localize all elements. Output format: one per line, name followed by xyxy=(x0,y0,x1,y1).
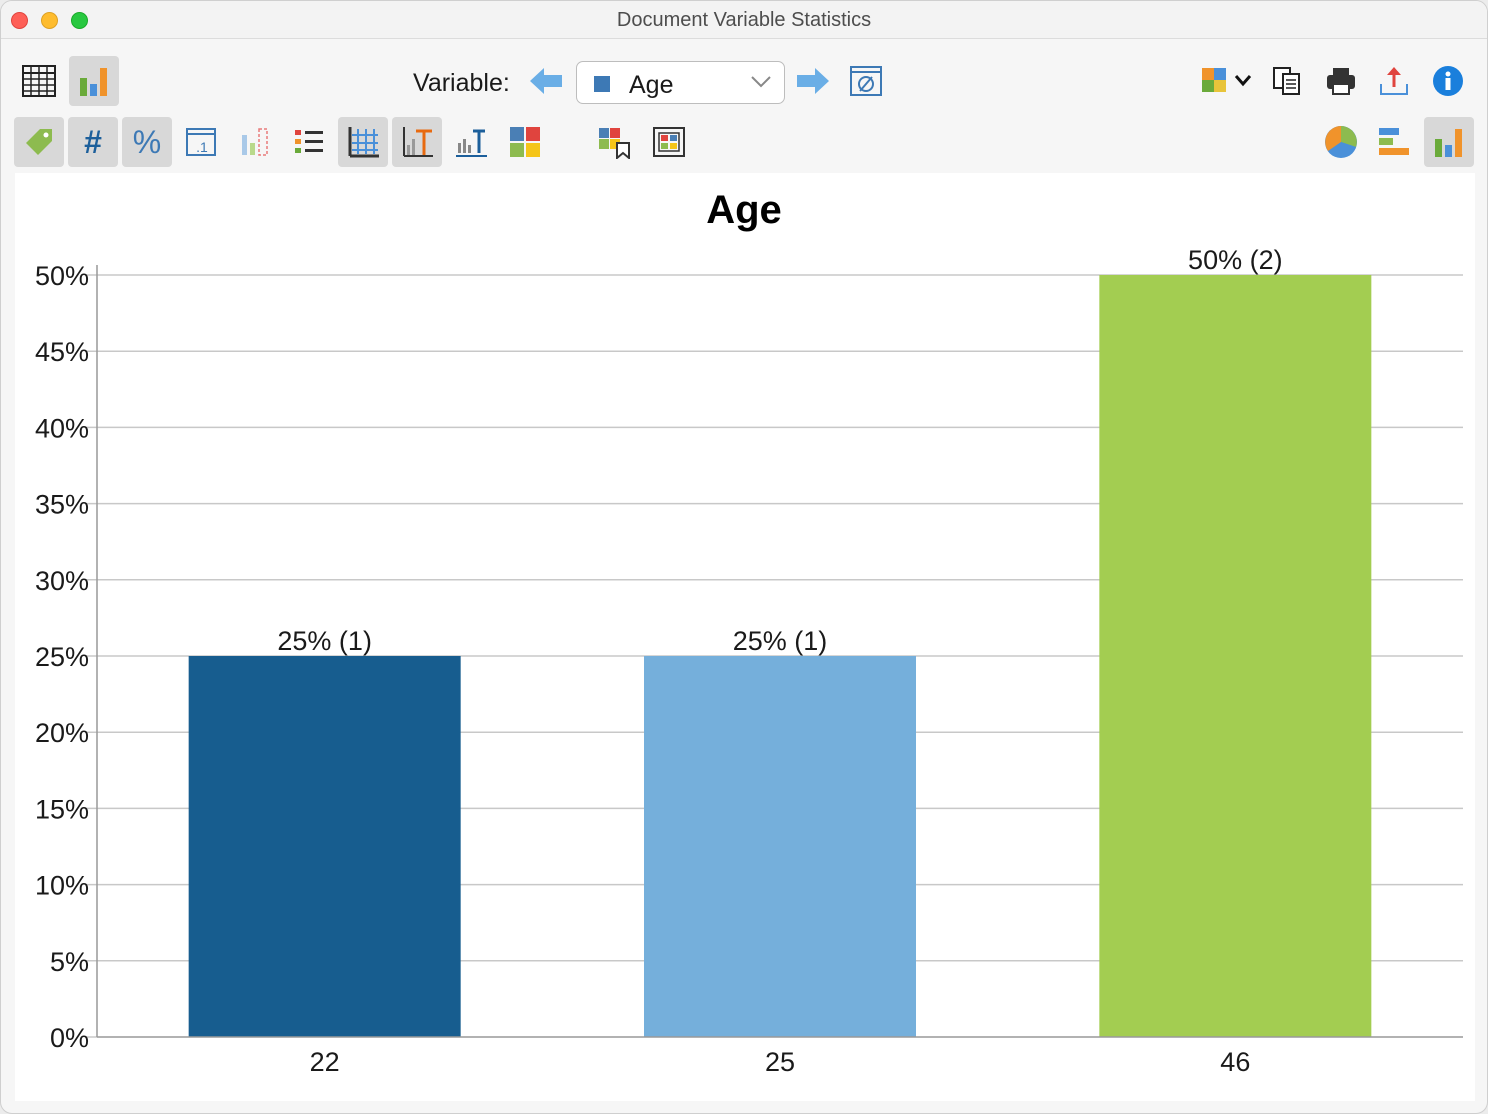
y-tick-label: 30% xyxy=(35,566,89,596)
y-tick-label: 15% xyxy=(35,794,89,824)
horizontal-bar-chart-icon[interactable] xyxy=(1369,117,1419,167)
legend-icon[interactable] xyxy=(284,117,334,167)
y-tick-label: 20% xyxy=(35,718,89,748)
absolute-count-icon[interactable]: # xyxy=(68,117,118,167)
variable-dropdown[interactable]: Age xyxy=(576,61,785,104)
chart-toolbar: # % .1 xyxy=(1,116,1487,168)
bar-chart: Age 25% (1) 25% (1) 50% (2) 0% 5% 10% 15% 20% 2… xyxy=(35,188,1463,1077)
percent-icon[interactable]: % xyxy=(122,117,172,167)
print-icon[interactable] xyxy=(1316,56,1366,106)
no-filter-icon[interactable] xyxy=(841,56,891,106)
y-tick-label: 50% xyxy=(35,261,89,291)
table-view-icon[interactable] xyxy=(14,56,64,106)
export-icon[interactable] xyxy=(1369,56,1419,106)
y-tick-label: 45% xyxy=(35,337,89,367)
chart-title: Age xyxy=(706,188,782,232)
chevron-down-icon xyxy=(751,76,771,88)
frame-icon[interactable] xyxy=(644,117,694,167)
info-icon[interactable] xyxy=(1423,56,1473,106)
variable-dropdown-value: Age xyxy=(629,71,674,99)
variable-label: Variable: xyxy=(413,69,510,97)
chart-view-icon[interactable] xyxy=(69,56,119,106)
x-tick-label: 22 xyxy=(310,1047,340,1077)
y-tick-label: 5% xyxy=(50,947,89,977)
y-tick-label: 10% xyxy=(35,871,89,901)
copy-icon[interactable] xyxy=(1262,56,1312,106)
y-axis-ticks: 0% 5% 10% 15% 20% 25% 30% 35% 40% 45% 50% xyxy=(35,261,89,1053)
bar xyxy=(188,656,461,1037)
smart-publisher-icon[interactable] xyxy=(1191,56,1261,106)
svg-text:.1: .1 xyxy=(196,139,208,155)
pie-chart-icon[interactable] xyxy=(1316,117,1366,167)
x-tick-label: 25 xyxy=(765,1047,795,1077)
window-title: Document Variable Statistics xyxy=(616,9,872,31)
x-tick-label: 46 xyxy=(1220,1047,1250,1077)
vertical-bar-chart-icon[interactable] xyxy=(1424,117,1474,167)
title-bar: Document Variable Statistics xyxy=(1,1,1487,39)
colors-icon[interactable] xyxy=(500,117,550,167)
chart-area: Age 25% (1) 25% (1) 50% (2) 0% 5% 10% 15% 20% 2… xyxy=(15,173,1475,1101)
x-axis-ticks: 22 25 46 xyxy=(310,1047,1251,1077)
bar-labels-icon[interactable] xyxy=(392,117,442,167)
gridlines-icon[interactable] xyxy=(338,117,388,167)
variable-type-icon xyxy=(594,76,610,92)
y-tick-label: 25% xyxy=(35,642,89,672)
svg-text:#: # xyxy=(84,125,102,159)
bar-data-label: 25% (1) xyxy=(733,626,828,656)
axis-title-icon[interactable] xyxy=(446,117,496,167)
decimal-places-icon[interactable]: .1 xyxy=(176,117,226,167)
bars xyxy=(188,275,1372,1037)
bookmark-icon[interactable] xyxy=(589,117,639,167)
y-tick-label: 40% xyxy=(35,413,89,443)
y-tick-label: 0% xyxy=(50,1023,89,1053)
statistics-window: Document Variable Statistics Variable: A… xyxy=(0,0,1488,1114)
labels-icon[interactable] xyxy=(14,117,64,167)
bar-data-label: 50% (2) xyxy=(1188,245,1283,275)
svg-text:%: % xyxy=(133,125,161,159)
bar xyxy=(1099,275,1372,1037)
previous-variable-arrow-icon[interactable] xyxy=(521,56,571,106)
y-tick-label: 35% xyxy=(35,490,89,520)
main-toolbar: Variable: Age xyxy=(1,51,1487,111)
bar xyxy=(644,656,916,1037)
missing-values-icon[interactable] xyxy=(230,117,280,167)
bar-data-label: 25% (1) xyxy=(277,626,372,656)
next-variable-arrow-icon[interactable] xyxy=(788,56,838,106)
